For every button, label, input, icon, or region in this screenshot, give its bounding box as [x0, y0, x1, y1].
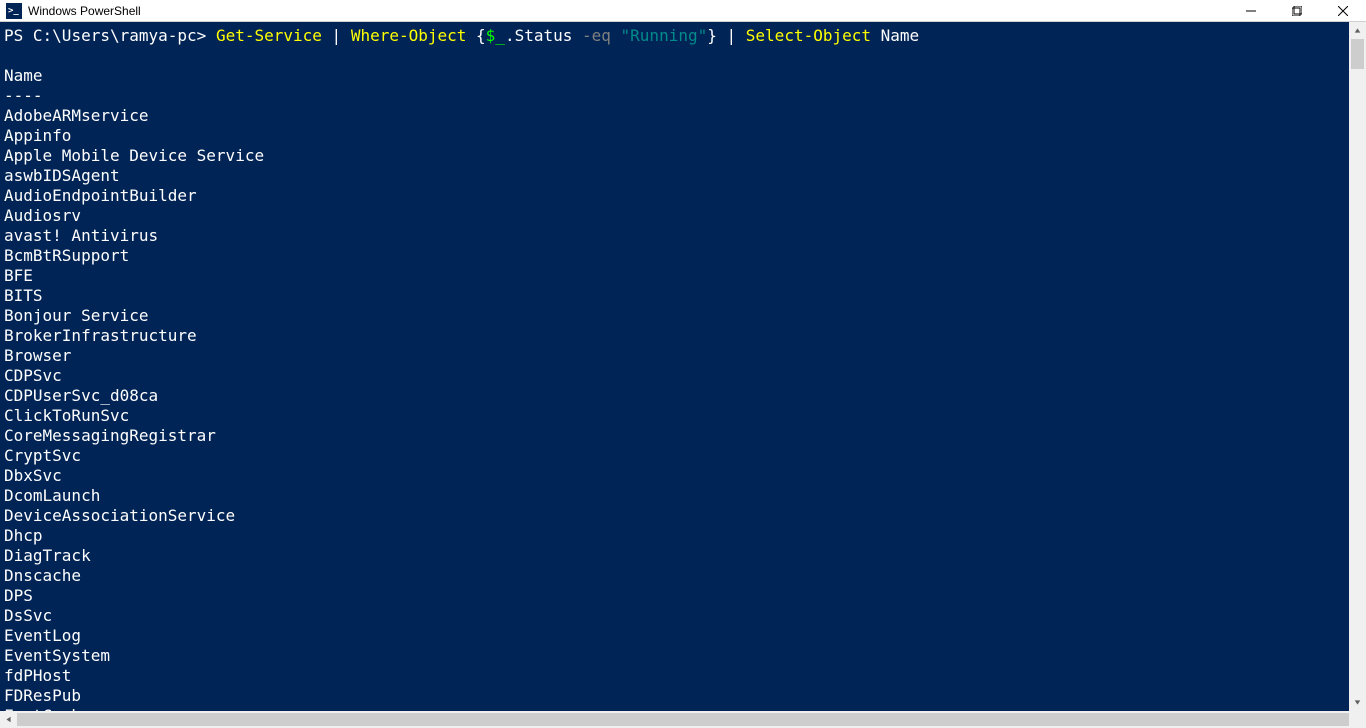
- cmd-get-service: Get-Service: [216, 26, 322, 45]
- output-row: Apple Mobile Device Service: [4, 146, 1366, 166]
- output-row: AdobeARMservice: [4, 106, 1366, 126]
- output-row: Dhcp: [4, 526, 1366, 546]
- chevron-up-icon: [1354, 27, 1361, 34]
- window-titlebar[interactable]: Windows PowerShell: [0, 0, 1366, 22]
- output-row: Appinfo: [4, 126, 1366, 146]
- output-row: DbxSvc: [4, 466, 1366, 486]
- output-row: EventLog: [4, 626, 1366, 646]
- output-row: aswbIDSAgent: [4, 166, 1366, 186]
- vertical-scrollbar-thumb[interactable]: [1351, 39, 1364, 69]
- window-controls: [1228, 0, 1366, 22]
- output-row: DiagTrack: [4, 546, 1366, 566]
- output-row: ClickToRunSvc: [4, 406, 1366, 426]
- output-row: Bonjour Service: [4, 306, 1366, 326]
- prop-status: .Status: [505, 26, 582, 45]
- output-row: avast! Antivirus: [4, 226, 1366, 246]
- maximize-icon: [1292, 6, 1302, 16]
- output-row: DsSvc: [4, 606, 1366, 626]
- op-eq: -eq: [582, 26, 621, 45]
- prompt-ps: PS: [4, 26, 33, 45]
- brace-close: }: [707, 26, 717, 45]
- prompt-line: PS C:\Users\ramya-pc> Get-Service | Wher…: [4, 26, 1366, 46]
- output-row: Browser: [4, 346, 1366, 366]
- terminal-window: PS C:\Users\ramya-pc> Get-Service | Wher…: [0, 22, 1366, 728]
- output-row: BITS: [4, 286, 1366, 306]
- output-header: Name: [4, 66, 1366, 86]
- scroll-left-button[interactable]: [0, 711, 17, 728]
- output-row: DeviceAssociationService: [4, 506, 1366, 526]
- pipe-2: |: [717, 26, 746, 45]
- prompt-path: C:\Users\ramya-pc: [33, 26, 197, 45]
- horizontal-scrollbar-thumb[interactable]: [17, 713, 1349, 726]
- var-dollar: $_: [486, 26, 505, 45]
- output-row: Dnscache: [4, 566, 1366, 586]
- output-row: DPS: [4, 586, 1366, 606]
- brace-open: {: [466, 26, 485, 45]
- minimize-button[interactable]: [1228, 0, 1274, 22]
- output-row: DcomLaunch: [4, 486, 1366, 506]
- output-row: CoreMessagingRegistrar: [4, 426, 1366, 446]
- output-row: CryptSvc: [4, 446, 1366, 466]
- output-row: fdPHost: [4, 666, 1366, 686]
- output-row: CDPSvc: [4, 366, 1366, 386]
- chevron-left-icon: [5, 716, 12, 723]
- prompt-gt: >: [197, 26, 216, 45]
- output-row: Audiosrv: [4, 206, 1366, 226]
- horizontal-scrollbar[interactable]: [0, 711, 1366, 728]
- chevron-down-icon: [1354, 699, 1361, 706]
- window-title: Windows PowerShell: [28, 4, 141, 18]
- output-row: FDResPub: [4, 686, 1366, 706]
- output-row: BrokerInfrastructure: [4, 326, 1366, 346]
- vertical-scrollbar[interactable]: [1349, 22, 1366, 711]
- cmd-where-object: Where-Object: [351, 26, 467, 45]
- output-row: BFE: [4, 266, 1366, 286]
- blank-line: [4, 46, 1366, 66]
- output-row: EventSystem: [4, 646, 1366, 666]
- close-button[interactable]: [1320, 0, 1366, 22]
- output-row: BcmBtRSupport: [4, 246, 1366, 266]
- arg-name: Name: [871, 26, 919, 45]
- output-rows: AdobeARMserviceAppinfoApple Mobile Devic…: [4, 106, 1366, 726]
- maximize-button[interactable]: [1274, 0, 1320, 22]
- output-divider: ----: [4, 86, 1366, 106]
- terminal-content[interactable]: PS C:\Users\ramya-pc> Get-Service | Wher…: [0, 22, 1366, 728]
- minimize-icon: [1246, 6, 1256, 16]
- pipe-1: |: [322, 26, 351, 45]
- cmd-select-object: Select-Object: [746, 26, 871, 45]
- horizontal-scrollbar-track[interactable]: [17, 711, 1349, 728]
- output-row: CDPUserSvc_d08ca: [4, 386, 1366, 406]
- output-row: AudioEndpointBuilder: [4, 186, 1366, 206]
- close-icon: [1338, 6, 1348, 16]
- scrollbar-corner: [1349, 711, 1366, 728]
- scroll-down-button[interactable]: [1349, 694, 1366, 711]
- scroll-up-button[interactable]: [1349, 22, 1366, 39]
- vertical-scrollbar-track[interactable]: [1349, 39, 1366, 694]
- str-running: "Running": [621, 26, 708, 45]
- powershell-icon: [6, 3, 22, 19]
